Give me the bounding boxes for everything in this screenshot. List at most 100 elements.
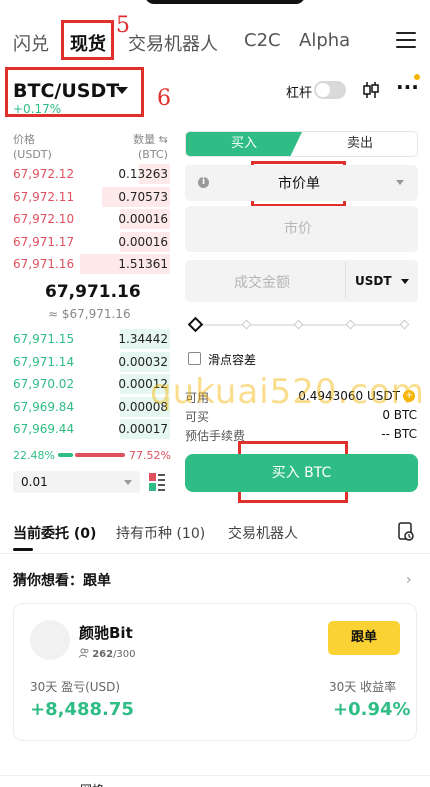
tab-holdings-label: 持有币种 bbox=[116, 526, 172, 542]
bid-price: 67,971.14 bbox=[13, 354, 75, 369]
nav-item-c2c[interactable]: C2C bbox=[244, 30, 281, 51]
ask-row[interactable]: 67,971.17 0.00016 bbox=[0, 231, 178, 253]
more-options-icon[interactable]: ··· bbox=[396, 77, 419, 100]
orderbook-qty-header[interactable]: 数量 ⇆ (BTC) bbox=[128, 132, 168, 162]
qty-header-unit: (BTC) bbox=[138, 148, 168, 161]
ask-quantity: 0.00016 bbox=[118, 234, 168, 249]
roi-label: 30天 收益率 bbox=[329, 680, 397, 694]
trader-name[interactable]: 颜驰Bit bbox=[79, 622, 133, 643]
tab-holdings[interactable]: 持有币种 (10) bbox=[116, 523, 205, 543]
tab-open-orders[interactable]: 当前委托 (0) bbox=[13, 523, 96, 543]
bid-quantity: 0.00012 bbox=[118, 377, 168, 391]
tab-open-orders-label: 当前委托 bbox=[13, 526, 69, 542]
available-value: 0.4943060 USDT bbox=[298, 389, 400, 403]
bid-price: 67,971.15 bbox=[13, 332, 75, 346]
depth-precision-value: 0.01 bbox=[21, 475, 48, 489]
field-divider bbox=[345, 262, 346, 298]
followers-count: 262 bbox=[92, 649, 114, 660]
ask-row[interactable]: 67,972.10 0.00016 bbox=[0, 208, 178, 230]
leverage-label: 杠杆 bbox=[286, 86, 313, 101]
slider-tick-75[interactable] bbox=[345, 319, 356, 330]
orderbook-layout-icon[interactable] bbox=[148, 472, 166, 492]
annotation-number-6: 6 bbox=[157, 86, 171, 111]
copy-trade-button[interactable]: 跟单 bbox=[328, 621, 400, 655]
bid-row[interactable]: 67,971.15 1.34442 bbox=[0, 328, 178, 350]
ask-price: 67,971.17 bbox=[13, 234, 75, 249]
slider-tick-50[interactable] bbox=[293, 319, 304, 330]
users-icon bbox=[79, 648, 89, 658]
can-buy-value: 0 BTC bbox=[382, 408, 417, 422]
candlestick-chart-icon[interactable] bbox=[361, 80, 381, 100]
trader-followers: 262/300 bbox=[79, 648, 136, 660]
followers-max: /300 bbox=[113, 649, 136, 660]
ask-quantity: 1.51361 bbox=[118, 257, 168, 271]
bottom-divider bbox=[0, 775, 430, 776]
tab-sell[interactable]: 卖出 bbox=[302, 132, 417, 156]
price-header-unit: (USDT) bbox=[13, 148, 52, 161]
annotation-number-5: 5 bbox=[116, 13, 130, 38]
depth-precision-select[interactable]: 0.01 bbox=[13, 471, 140, 493]
pair-change-percent: +0.17% bbox=[13, 102, 62, 116]
hamburger-menu-icon[interactable] bbox=[396, 32, 416, 50]
chevron-right-icon[interactable]: › bbox=[406, 572, 412, 588]
avatar[interactable] bbox=[30, 620, 70, 660]
bid-quantity: 0.00008 bbox=[118, 399, 168, 414]
pnl-value: +8,488.75 bbox=[30, 699, 134, 720]
slider-tick-25[interactable] bbox=[241, 319, 252, 330]
nav-item-bots[interactable]: 交易机器人 bbox=[128, 30, 218, 56]
ask-row[interactable]: 67,971.16 1.51361 bbox=[0, 253, 178, 275]
ask-price: 67,972.11 bbox=[13, 189, 75, 204]
bid-quantity: 1.34442 bbox=[118, 332, 168, 346]
caret-down-icon bbox=[396, 180, 404, 185]
suggest-title: 猜你想看：跟单 bbox=[13, 573, 111, 589]
slippage-label: 滑点容差 bbox=[208, 353, 257, 367]
next-section-title: 网格 bbox=[80, 781, 104, 787]
pair-selector[interactable]: BTC/USDT bbox=[13, 80, 119, 102]
caret-down-icon[interactable] bbox=[401, 279, 409, 284]
nav-item-swap[interactable]: 闪兑 bbox=[13, 30, 49, 56]
bid-quantity: 0.00017 bbox=[118, 422, 168, 436]
amount-unit-select[interactable]: USDT bbox=[355, 274, 392, 288]
tab-trading-bots[interactable]: 交易机器人 bbox=[228, 523, 298, 543]
bid-row[interactable]: 67,969.44 0.00017 bbox=[0, 418, 178, 440]
ask-price: 67,971.16 bbox=[13, 257, 75, 271]
tab-holdings-count: (10) bbox=[176, 526, 206, 542]
ask-ratio-bar bbox=[75, 453, 125, 457]
deposit-plus-icon[interactable]: + bbox=[403, 390, 415, 402]
slider-tick-100[interactable] bbox=[399, 319, 410, 330]
order-history-icon[interactable] bbox=[398, 522, 414, 542]
annotation-box-spot bbox=[61, 20, 114, 60]
bid-quantity: 0.00032 bbox=[118, 354, 168, 369]
pnl-label: 30天 盈亏(USD) bbox=[30, 680, 121, 694]
last-price-usd: ≈ $67,971.16 bbox=[48, 307, 131, 321]
side-tabs: 买入 卖出 bbox=[185, 131, 418, 157]
ask-ratio: 77.52% bbox=[129, 449, 171, 462]
bid-row[interactable]: 67,971.14 0.00032 bbox=[0, 351, 178, 373]
available-label: 可用 bbox=[185, 391, 210, 405]
ask-quantity: 0.13263 bbox=[118, 167, 168, 181]
fee-value: -- BTC bbox=[381, 427, 417, 441]
info-icon[interactable]: i bbox=[198, 177, 209, 188]
ask-row[interactable]: 67,972.12 0.13263 bbox=[0, 163, 178, 185]
caret-down-icon[interactable] bbox=[116, 87, 128, 94]
roi-value: +0.94% bbox=[333, 699, 411, 720]
ask-quantity: 0.00016 bbox=[118, 212, 168, 226]
bid-row[interactable]: 67,969.84 0.00008 bbox=[0, 396, 178, 418]
price-header-label: 价格 bbox=[13, 133, 35, 146]
bid-ratio-bar bbox=[58, 453, 73, 457]
leverage-toggle[interactable] bbox=[314, 81, 346, 99]
buy-btc-button[interactable]: 买入 BTC bbox=[185, 454, 418, 492]
ask-quantity: 0.70573 bbox=[118, 189, 168, 204]
bid-row[interactable]: 67,970.02 0.00012 bbox=[0, 373, 178, 395]
order-type-value: 市价单 bbox=[278, 176, 320, 192]
ask-price: 67,972.10 bbox=[13, 212, 75, 226]
slippage-checkbox[interactable] bbox=[188, 352, 201, 365]
ask-row[interactable]: 67,972.11 0.70573 bbox=[0, 186, 178, 208]
tab-open-orders-count: (0) bbox=[73, 526, 97, 542]
amount-slider-thumb[interactable] bbox=[187, 316, 204, 333]
available-amount: 0.4943060 bbox=[298, 389, 364, 403]
nav-item-alpha[interactable]: Alpha bbox=[299, 30, 350, 51]
price-placeholder: 市价 bbox=[284, 221, 312, 237]
fee-label: 预估手续费 bbox=[185, 429, 246, 443]
tab-buy[interactable]: 买入 bbox=[186, 132, 302, 156]
